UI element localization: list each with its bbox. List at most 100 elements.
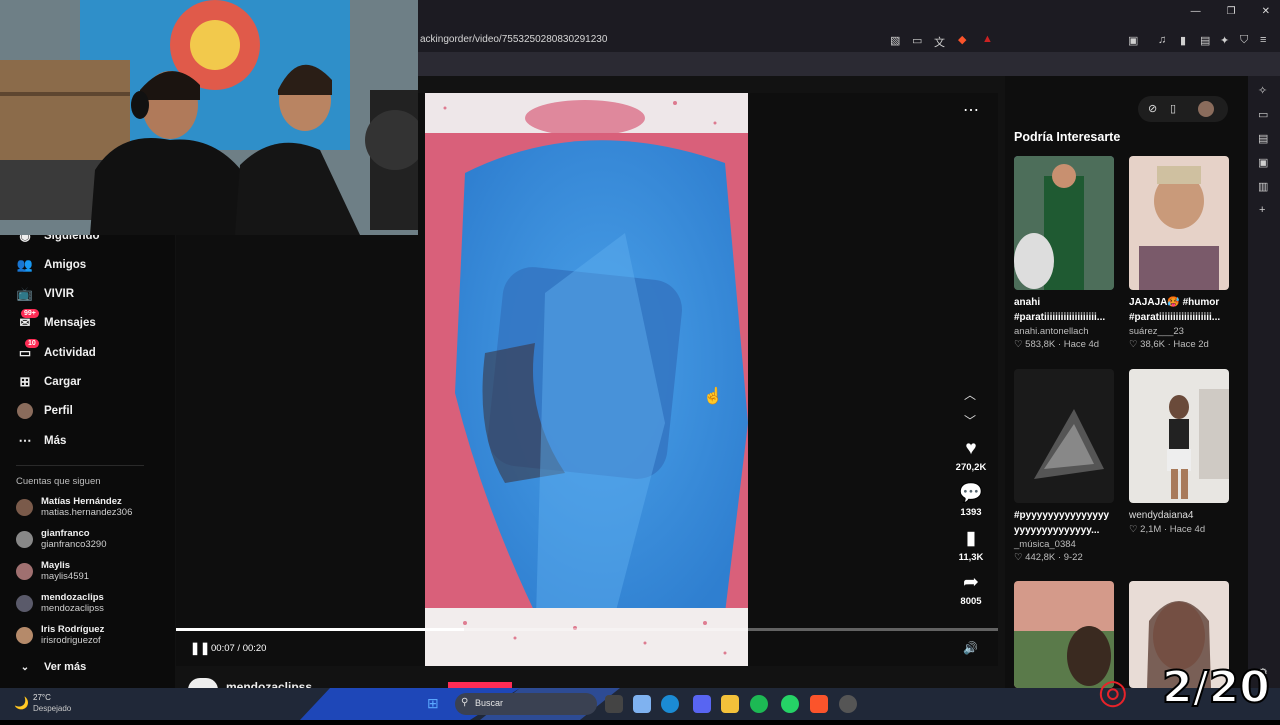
restore-icon[interactable]: ❐ <box>1227 6 1236 17</box>
suggested-card[interactable]: wendydaiana4 ♡ 2,1M · Hace 4d <box>1129 369 1229 537</box>
close-icon[interactable]: ✕ <box>1262 6 1270 17</box>
add-icon[interactable]: + <box>1259 204 1265 216</box>
pause-icon[interactable]: ❚❚ <box>190 641 210 655</box>
card-stats: ♡ 2,1M · Hace 4d <box>1129 524 1206 535</box>
card-stats: ♡ 442,8K · 9-22 <box>1014 552 1083 563</box>
thumbnail-image <box>1014 369 1114 503</box>
video-frame[interactable] <box>425 93 748 666</box>
discord-icon[interactable] <box>693 695 711 713</box>
compass-icon[interactable]: ⊘ <box>1148 102 1157 115</box>
see-more-link[interactable]: ⌄ Ver más <box>16 658 86 676</box>
more-options-icon[interactable]: ⋯ <box>963 100 979 120</box>
whatsapp-icon[interactable] <box>781 695 799 713</box>
menu-icon[interactable]: ≡ <box>1260 34 1266 46</box>
reading-list-icon[interactable]: ▥ <box>1258 180 1268 193</box>
panel-icon[interactable]: ▮ <box>1180 34 1186 47</box>
save-button[interactable]: ▮ 11,3K <box>952 528 990 563</box>
account-item[interactable]: gianfranco gianfranco3290 <box>16 528 107 550</box>
messages-icon: ✉ 99+ <box>16 309 39 332</box>
sidebar-item-upload[interactable]: ⊞ Cargar <box>16 373 82 391</box>
avatar <box>16 530 33 548</box>
sidebar-item-label: Perfil <box>44 405 73 417</box>
card-title: anahi <box>1014 297 1041 308</box>
obs-icon[interactable] <box>839 695 857 713</box>
phone-icon[interactable]: ▯ <box>1170 102 1176 115</box>
sidebar-item-label: Más <box>44 435 67 447</box>
suggested-card[interactable]: anahi #paratiiiiiiiiiiiiiiiiiii... anahi… <box>1014 156 1114 352</box>
comment-button[interactable]: 💬 1393 <box>952 483 990 518</box>
card-author: _música_0384 <box>1014 539 1076 550</box>
avatar <box>16 626 33 644</box>
sidebar-item-label: VIVIR <box>44 288 75 300</box>
sidebar-item-profile[interactable]: Perfil <box>16 402 73 420</box>
next-video-icon[interactable]: ﹀ <box>964 412 976 429</box>
video-icon[interactable]: ▭ <box>1258 108 1268 121</box>
account-name: Matías Hernández <box>41 496 122 507</box>
account-item[interactable]: Matías Hernández matias.hernandez306 <box>16 496 132 518</box>
thumbnail-image <box>1014 156 1114 290</box>
account-name: Maylis <box>41 560 71 571</box>
suggested-card[interactable]: #pyyyyyyyyyyyyyyy yyyyyyyyyyyyyy... _mús… <box>1014 369 1114 565</box>
task-view-icon[interactable] <box>605 695 623 713</box>
card-hashtags: yyyyyyyyyyyyyy... <box>1014 525 1100 536</box>
weather-icon[interactable]: 🌙 <box>14 696 29 710</box>
activity-badge: 10 <box>25 339 39 348</box>
thumbnail[interactable] <box>1129 156 1229 290</box>
avatar <box>16 562 33 580</box>
suggested-card[interactable]: JAJAJA🥵 #humor #paratiiiiiiiiiiiiiiiiiii… <box>1129 156 1229 352</box>
wallet-icon[interactable]: ▤ <box>1258 132 1268 145</box>
sidebar-item-friends[interactable]: 👥 Amigos <box>16 256 86 274</box>
sidebar-item-messages[interactable]: ✉ 99+ Mensajes <box>16 309 96 332</box>
sidebar-item-activity[interactable]: ▭ 10 Actividad <box>16 339 96 362</box>
sidebar-item-more[interactable]: ⋯ Más <box>16 432 67 450</box>
thumbnail-image <box>1129 369 1229 503</box>
previous-video-icon[interactable]: ︿ <box>964 386 976 403</box>
profile-icon <box>16 402 34 420</box>
account-item[interactable]: Maylis maylis4591 <box>16 560 89 582</box>
account-item[interactable]: mendozaclips mendozaclipss <box>16 592 104 614</box>
wallet-icon[interactable]: ▤ <box>1200 34 1210 47</box>
weather-temp: 27°C <box>33 693 51 702</box>
minimize-icon[interactable]: — <box>1191 6 1201 17</box>
thumbnail-image <box>1129 156 1229 290</box>
messages-badge: 99+ <box>21 309 39 318</box>
thumbnail[interactable] <box>1014 369 1114 503</box>
account-name: mendozaclips <box>41 592 104 603</box>
thumbnail[interactable] <box>1014 156 1114 290</box>
start-icon[interactable]: ⊞ <box>427 695 439 712</box>
brave-icon[interactable] <box>810 695 828 713</box>
card-title: JAJAJA🥵 #humor <box>1129 297 1220 308</box>
account-handle: gianfranco3290 <box>41 539 107 550</box>
reader-icon[interactable]: ▧ <box>890 34 900 47</box>
copilot-icon[interactable] <box>633 695 651 713</box>
leo-icon[interactable]: ✦ <box>1220 34 1229 47</box>
sidebar-item-live[interactable]: 📺 VIVIR <box>16 285 74 303</box>
comment-icon: 💬 <box>959 483 983 504</box>
cast-icon[interactable]: ▭ <box>912 34 922 47</box>
account-item[interactable]: Iris Rodríguez irisrodriguezof <box>16 624 104 646</box>
spotify-icon[interactable] <box>750 695 768 713</box>
sidebar-toggle-icon[interactable]: ▣ <box>1128 34 1138 47</box>
history-icon[interactable]: ▣ <box>1258 156 1268 169</box>
search-icon: ⚲ <box>461 697 469 708</box>
share-button[interactable]: ➦ 8005 <box>952 572 990 607</box>
volume-icon[interactable]: 🔊 <box>963 641 978 655</box>
mouse-cursor-icon: ☝ <box>703 388 723 405</box>
music-icon[interactable]: ♫ <box>1158 34 1166 46</box>
sparkle-icon[interactable]: ✧ <box>1258 84 1267 97</box>
vpn-icon[interactable]: ⛉ <box>1240 34 1248 47</box>
file-explorer-icon[interactable] <box>721 695 739 713</box>
brave-shield-icon[interactable]: ◆ <box>958 33 966 46</box>
edge-icon[interactable] <box>661 695 679 713</box>
like-button[interactable]: ♥ 270,2K <box>952 438 990 473</box>
rewards-icon[interactable]: ▲ <box>982 33 993 45</box>
view-mode-toggle[interactable]: ⊘ ▯ <box>1138 96 1228 122</box>
translate-icon[interactable]: 文 <box>934 34 945 50</box>
heart-icon: ♥ <box>965 438 977 459</box>
browser-sidebar: ✧ ▭ ▤ ▣ ▥ + ⚙ <box>1248 76 1280 688</box>
avatar[interactable] <box>1198 101 1214 117</box>
url-text[interactable]: ackingorder/video/7553250280830291230 <box>420 34 607 45</box>
account-name: Iris Rodríguez <box>41 624 105 635</box>
upload-icon: ⊞ <box>19 374 31 389</box>
thumbnail[interactable] <box>1129 369 1229 503</box>
